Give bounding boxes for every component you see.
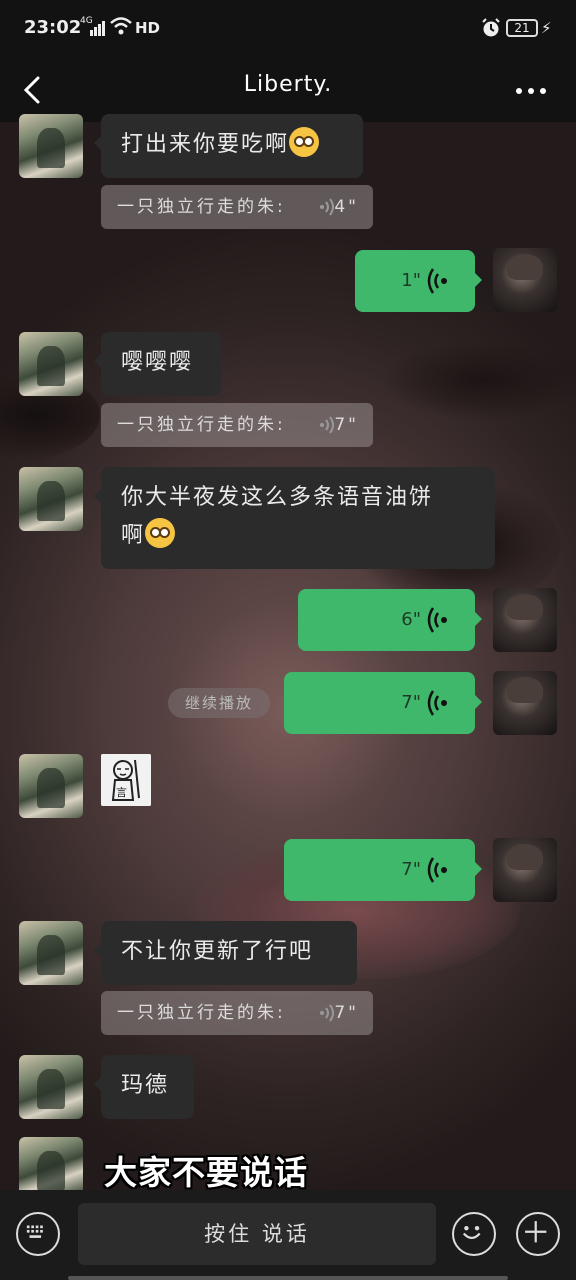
plus-icon: [525, 1221, 547, 1243]
my-avatar[interactable]: [493, 671, 557, 735]
voice-icon: [320, 416, 334, 434]
status-bar: 23:02 4G HD 21 ⚡: [0, 0, 576, 58]
quote-duration: 7": [334, 1003, 359, 1023]
chat-header: Liberty.: [0, 58, 576, 122]
friend-avatar[interactable]: [19, 467, 83, 531]
message-text-line2: 啊: [121, 523, 146, 548]
charging-icon: ⚡: [541, 19, 552, 37]
voice-duration: 1": [401, 270, 421, 291]
message-text: 玛德: [121, 1073, 170, 1098]
more-functions-button[interactable]: [516, 1212, 560, 1256]
friend-avatar[interactable]: [19, 332, 83, 396]
chat-title: Liberty.: [243, 72, 333, 97]
voice-message[interactable]: 7": [284, 839, 482, 901]
input-bar: 按住 说话: [0, 1190, 576, 1280]
keyboard-icon: [26, 1225, 43, 1238]
quote-author: 一只独立行走的朱:: [117, 197, 286, 217]
alarm-icon: [482, 18, 500, 37]
video-caption: 大家不要说话: [104, 1153, 308, 1192]
voice-wave-icon: [427, 857, 447, 883]
message-text-line1: 你大半夜发这么多条语音油饼: [121, 485, 434, 510]
svg-text:言: 言: [116, 786, 127, 799]
home-indicator: [68, 1276, 508, 1280]
friend-avatar[interactable]: [19, 1137, 83, 1190]
friend-avatar[interactable]: [19, 754, 83, 818]
voice-icon: [320, 1004, 334, 1022]
friend-avatar[interactable]: [19, 921, 83, 985]
quote-duration: 4": [334, 197, 359, 217]
message-bubble[interactable]: 不让你更新了行吧: [94, 921, 357, 985]
voice-icon: [320, 198, 334, 216]
voice-wave-icon: [427, 690, 447, 716]
chat-screen: 23:02 4G HD 21 ⚡ Liberty. 打出来你要吃啊 一只独立行走…: [0, 0, 576, 1280]
quoted-voice[interactable]: 一只独立行走的朱: 7": [101, 991, 373, 1035]
flushed-emoji-icon: [145, 518, 176, 548]
message-bubble[interactable]: 嘤嘤嘤: [94, 332, 221, 396]
voice-wave-icon: [427, 268, 447, 294]
message-bubble[interactable]: 打出来你要吃啊: [94, 114, 363, 178]
friend-avatar[interactable]: [19, 1055, 83, 1119]
keyboard-toggle-button[interactable]: [16, 1212, 60, 1256]
message-bubble[interactable]: 你大半夜发这么多条语音油饼 啊: [94, 467, 495, 569]
flushed-emoji-icon: [289, 127, 320, 157]
my-avatar[interactable]: [493, 588, 557, 652]
sticker-image[interactable]: 言: [101, 754, 151, 806]
friend-avatar[interactable]: [19, 114, 83, 178]
quote-duration: 7": [334, 415, 359, 435]
message-text: 不让你更新了行吧: [121, 939, 314, 964]
voice-message[interactable]: 1": [355, 250, 482, 312]
voice-message[interactable]: 7": [284, 672, 482, 734]
quoted-voice[interactable]: 一只独立行走的朱: 4": [101, 185, 373, 229]
voice-duration: 6": [401, 609, 421, 630]
wifi-icon: [110, 17, 132, 35]
voice-duration: 7": [401, 692, 421, 713]
message-text: 嘤嘤嘤: [121, 350, 194, 375]
message-bubble[interactable]: 玛德: [94, 1055, 194, 1119]
continue-play-button[interactable]: 继续播放: [168, 688, 270, 718]
hd-indicator: HD: [135, 19, 161, 37]
quote-author: 一只独立行走的朱:: [117, 415, 286, 435]
more-dots-icon: [516, 88, 522, 94]
voice-wave-icon: [427, 607, 447, 633]
battery-indicator: 21: [506, 19, 538, 37]
hold-to-talk-button[interactable]: 按住 说话: [78, 1203, 436, 1265]
smiley-icon: [462, 1225, 481, 1240]
signal-icon: [90, 20, 106, 36]
status-time: 23:02: [24, 17, 82, 38]
quote-author: 一只独立行走的朱:: [117, 1003, 286, 1023]
emoji-button[interactable]: [452, 1212, 496, 1256]
voice-message[interactable]: 6": [298, 589, 482, 651]
voice-duration: 7": [401, 859, 421, 880]
quoted-voice[interactable]: 一只独立行走的朱: 7": [101, 403, 373, 447]
my-avatar[interactable]: [493, 838, 557, 902]
my-avatar[interactable]: [493, 248, 557, 312]
more-button[interactable]: [508, 72, 552, 108]
message-text: 打出来你要吃啊: [121, 132, 290, 157]
